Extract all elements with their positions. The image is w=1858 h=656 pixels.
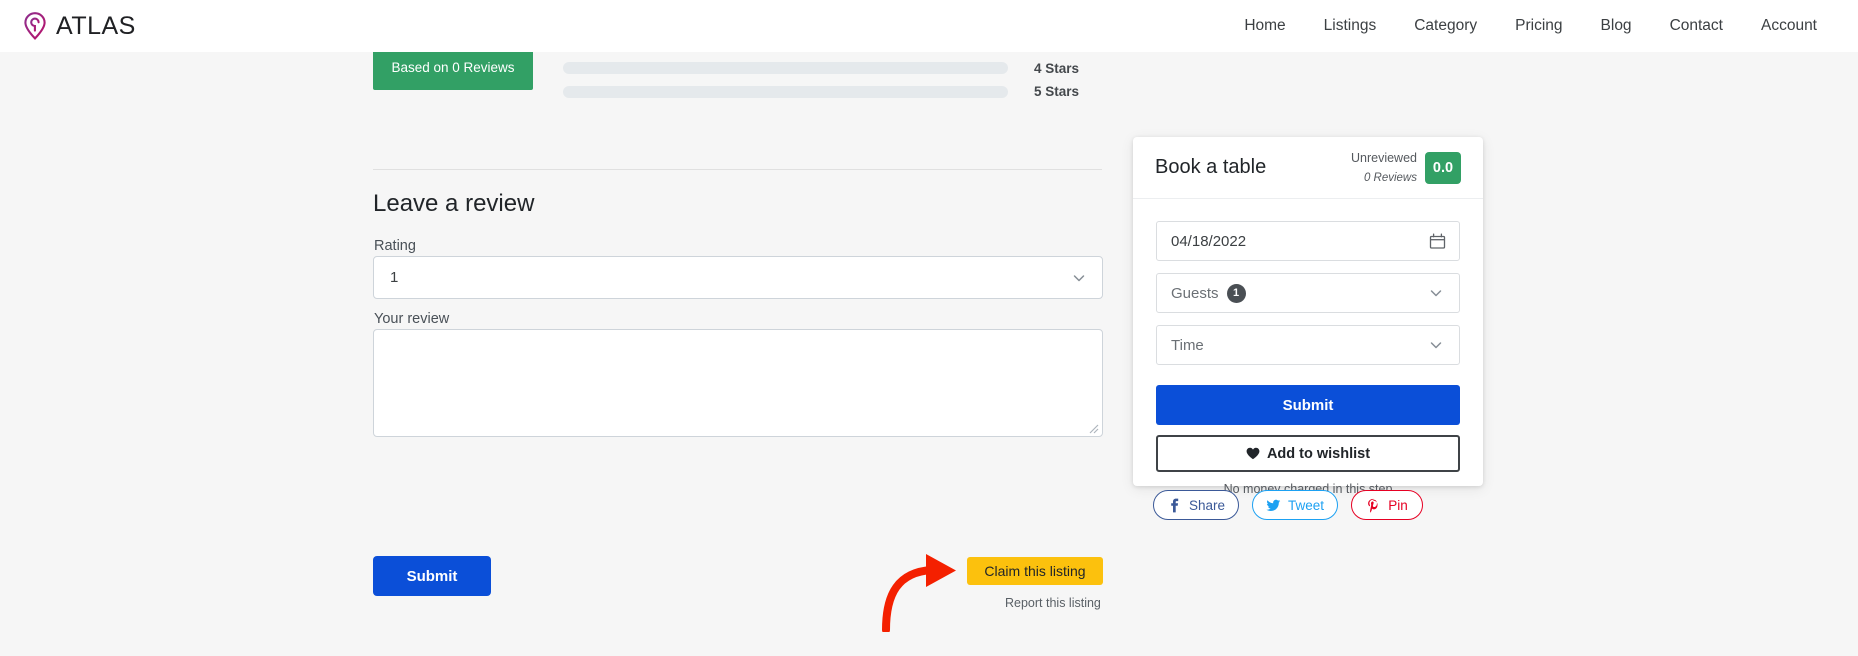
rating-summary: Based on 0 Reviews 3 Stars 4 Stars 5 Sta… — [373, 37, 1103, 160]
review-count: 0 Reviews — [1363, 171, 1417, 184]
nav-item-category[interactable]: Category — [1395, 17, 1496, 35]
chevron-down-icon — [1072, 271, 1086, 285]
book-card-title: Book a table — [1155, 156, 1267, 178]
review-field-label: Your review — [374, 311, 450, 327]
rating-bar-label: 4 Stars — [1034, 60, 1080, 76]
social-share-bar: Share Tweet Pin — [1153, 490, 1465, 520]
booking-guests-field[interactable]: Guests 1 — [1156, 273, 1460, 313]
rating-bar-track — [563, 85, 1008, 98]
booking-date-value: 04/18/2022 — [1171, 232, 1247, 250]
twitter-icon — [1266, 498, 1281, 513]
nav-item-pricing[interactable]: Pricing — [1496, 17, 1581, 35]
nav-item-account[interactable]: Account — [1742, 17, 1836, 35]
rating-select-value: 1 — [390, 269, 399, 286]
book-card-rating: Unreviewed 0 Reviews 0.0 — [1351, 149, 1461, 186]
facebook-icon — [1167, 498, 1182, 513]
booking-guests-label: Guests — [1171, 284, 1219, 302]
page-content: Based on 0 Reviews 3 Stars 4 Stars 5 Sta… — [0, 37, 1858, 656]
review-submit-button[interactable]: Submit — [373, 556, 491, 596]
book-card-header: Book a table Unreviewed 0 Reviews 0.0 — [1133, 137, 1483, 199]
review-status: Unreviewed — [1350, 151, 1417, 166]
brand-logo[interactable]: ATLAS — [20, 10, 136, 42]
map-pin-icon — [20, 10, 50, 42]
calendar-icon[interactable] — [1429, 233, 1446, 250]
booking-submit-button[interactable]: Submit — [1156, 385, 1460, 425]
nav-item-home[interactable]: Home — [1225, 17, 1304, 35]
share-facebook-button[interactable]: Share — [1153, 490, 1239, 520]
booking-time-field[interactable]: Time — [1156, 325, 1460, 365]
pinterest-icon — [1366, 498, 1381, 513]
section-divider — [373, 169, 1102, 170]
rating-bar-track — [563, 62, 1008, 75]
rating-field-label: Rating — [374, 238, 416, 254]
score-badge: 0.0 — [1425, 151, 1461, 184]
share-pinterest-label: Pin — [1388, 497, 1408, 513]
page-root: ATLAS Home Listings Category Pricing Blo… — [0, 0, 1858, 656]
rating-bar-label: 5 Stars — [1034, 84, 1080, 100]
book-card-body: 04/18/2022 Guests 1 Time Submit Add to w… — [1133, 199, 1483, 496]
book-a-table-card: Book a table Unreviewed 0 Reviews 0.0 04… — [1133, 137, 1483, 496]
nav-item-blog[interactable]: Blog — [1582, 17, 1651, 35]
booking-time-placeholder: Time — [1171, 336, 1204, 354]
chevron-down-icon — [1429, 286, 1443, 300]
booking-date-field[interactable]: 04/18/2022 — [1156, 221, 1460, 261]
share-twitter-button[interactable]: Tweet — [1252, 490, 1338, 520]
rating-bar-row: 4 Stars — [563, 57, 1103, 81]
nav-item-listings[interactable]: Listings — [1305, 17, 1396, 35]
add-to-wishlist-label: Add to wishlist — [1266, 445, 1371, 462]
report-listing-link[interactable]: Report this listing — [1005, 596, 1101, 610]
review-textarea[interactable] — [373, 329, 1103, 437]
booking-guests-count: 1 — [1226, 283, 1246, 303]
leave-review-title: Leave a review — [373, 190, 535, 217]
add-to-wishlist-button[interactable]: Add to wishlist — [1156, 435, 1460, 472]
site-header: ATLAS Home Listings Category Pricing Blo… — [0, 0, 1858, 52]
brand-name: ATLAS — [56, 11, 136, 40]
rating-select[interactable]: 1 — [373, 256, 1103, 299]
chevron-down-icon — [1429, 338, 1443, 352]
share-pinterest-button[interactable]: Pin — [1351, 490, 1423, 520]
share-twitter-label: Tweet — [1287, 497, 1325, 513]
red-curved-arrow-icon — [880, 550, 980, 634]
heart-icon — [1246, 447, 1260, 460]
rating-bar-row: 5 Stars — [563, 80, 1103, 104]
nav-item-contact[interactable]: Contact — [1651, 17, 1742, 35]
rating-text-group: Unreviewed 0 Reviews — [1351, 149, 1417, 186]
claim-listing-button[interactable]: Claim this listing — [967, 557, 1103, 585]
main-nav: Home Listings Category Pricing Blog Cont… — [1225, 17, 1836, 35]
share-facebook-label: Share — [1188, 497, 1226, 513]
